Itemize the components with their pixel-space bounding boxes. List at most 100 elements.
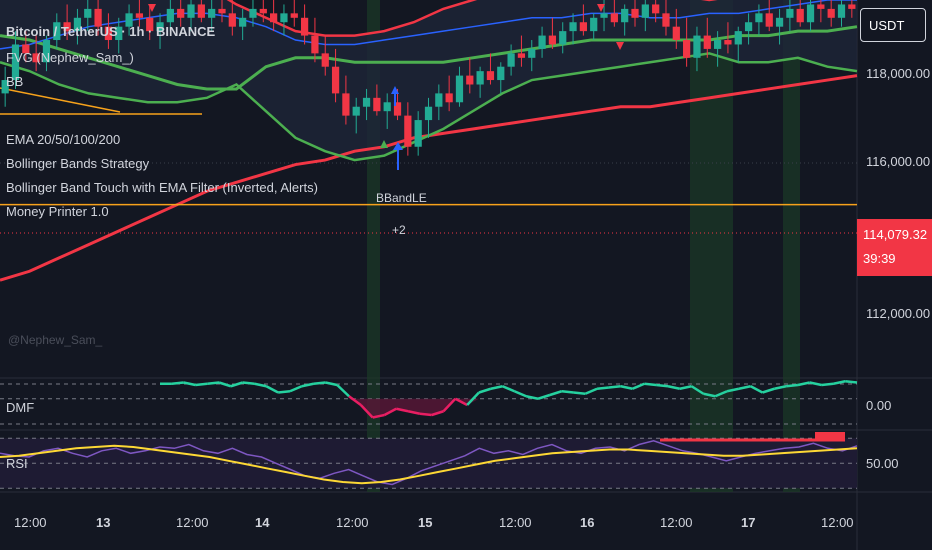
candle-body [528,48,536,58]
symbol-title[interactable]: Bitcoin / TetherUS · 1h · BINANCE [6,24,215,39]
price-axis-label: 116,000.00 [866,154,931,169]
candle-body [683,40,691,58]
candle-body [827,8,835,18]
candle-body [621,8,629,23]
signal-label-entry: BBandLE [376,191,427,205]
dmf-line-segment [608,385,621,389]
currency-button[interactable]: USDT [860,8,926,42]
dmf-line-segment [845,380,858,384]
candle-body [569,22,577,32]
author-watermark: @Nephew_Sam_ [8,333,103,347]
indicator-bb-strategy[interactable]: Bollinger Bands Strategy [6,156,149,171]
candle-body [135,13,144,18]
candle-body [590,17,598,32]
candle-body [228,13,236,27]
time-tick-label: 12:00 [660,515,693,530]
dmf-line-segment [596,386,610,390]
dmf-line-segment [207,381,220,385]
dmf-pane-label[interactable]: DMF [6,400,34,415]
candle-body [290,13,298,18]
candle-body [703,35,711,49]
candle-body [724,40,732,45]
candle-body [837,4,846,18]
candle-body [331,66,340,94]
dmf-line-segment [656,383,669,388]
candle-body [600,13,608,18]
candle-body [652,4,660,14]
candle-body [486,71,495,81]
dmf-line-segment [644,382,657,387]
price-chart[interactable] [0,0,932,550]
time-tick-label: 12:00 [14,515,47,530]
candle-body [362,97,371,107]
candle-body [455,75,464,103]
candle-body [765,13,773,27]
dmf-line-segment [171,381,184,385]
candle-body [177,8,185,18]
signal-label-count[interactable]: +2 [392,223,406,237]
candle-body [806,4,815,23]
price-axis-label: 112,000.00 [866,306,931,321]
candle-body [259,8,267,14]
candle-body [445,93,453,103]
candle-body [249,8,257,18]
dmf-line-segment [573,391,586,395]
candle-body [755,13,763,23]
candle-body [497,66,505,81]
dmf-line-segment [195,382,208,387]
candle-body [713,40,722,49]
candle-body [662,13,670,27]
candle-body [672,26,680,41]
candle-body [166,8,174,23]
candle-body [84,8,92,18]
bar-countdown: 39:39 [863,251,896,266]
price-axis-label: 118,000.00 [866,66,931,81]
last-price-value: 114,079.32 [863,227,928,242]
candle-body [300,17,309,36]
candle-body [579,22,587,32]
candle-body [383,102,391,112]
dmf-line-segment [561,390,574,394]
dmf-line-segment [313,381,326,385]
time-tick-label: 12:00 [499,515,532,530]
candle-body [734,31,742,45]
candle-body [466,75,474,85]
candle-body [744,22,753,32]
candle-body [280,13,288,23]
candle-body [796,8,804,23]
candle-body [404,115,412,147]
candle-body [559,31,567,45]
candle-body [517,53,526,58]
rsi-axis-label: 50.00 [866,456,899,471]
candle-body [507,53,515,67]
candle-body [197,4,205,18]
rsi-pane-label[interactable]: RSI [6,456,28,471]
time-tick-label: 12:00 [821,515,854,530]
dmf-line-segment [242,381,255,385]
indicator-money-printer[interactable]: Money Printer 1.0 [6,204,109,219]
candle-body [775,17,784,27]
dmf-line-segment [821,382,834,387]
candle-body [817,4,825,9]
rsi-signal-box [815,432,845,440]
indicator-ema[interactable]: EMA 20/50/100/200 [6,132,120,147]
last-price-badge: 114,079.32 39:39 [857,219,932,276]
dmf-line-segment [419,412,432,417]
candle-body [239,17,247,27]
candle-body [373,97,381,112]
time-tick-label: 14 [255,515,270,530]
candle-body [424,106,433,121]
candle-body [208,8,216,18]
time-tick-label: 12:00 [336,515,369,530]
indicator-bb-touch[interactable]: Bollinger Band Touch with EMA Filter (In… [6,180,318,195]
time-tick-label: 16 [580,515,595,530]
indicator-fvg[interactable]: FVG (Nephew_Sam_) [6,50,134,65]
candle-body [311,35,319,54]
candle-body [218,8,226,14]
candle-body [548,35,557,45]
candle-body [631,8,639,18]
time-tick-label: 17 [741,515,756,530]
indicator-bb[interactable]: BB [6,74,23,89]
candle-body [848,4,856,9]
candle-body [270,13,278,23]
